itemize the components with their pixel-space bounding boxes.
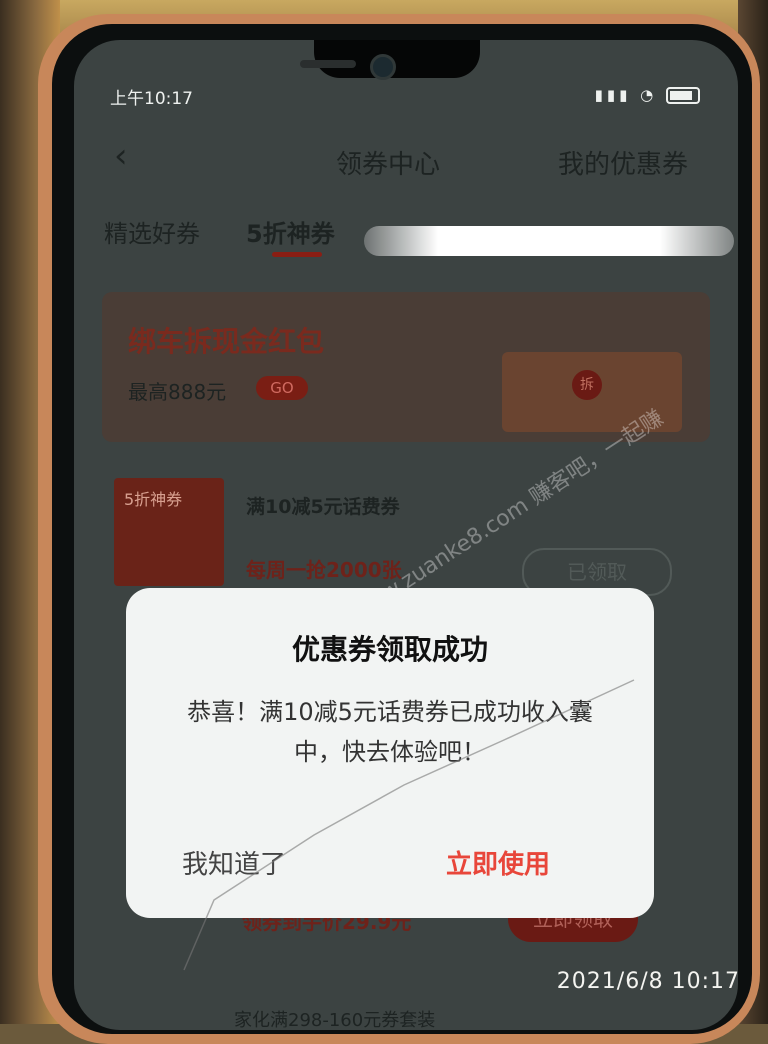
tab-half-price[interactable]: 5折神券	[246, 214, 335, 249]
tab-active-indicator	[272, 252, 322, 257]
battery-icon	[666, 87, 700, 104]
photo-timestamp: 2021/6/8 10:17	[556, 969, 740, 994]
back-icon[interactable]: ‹	[114, 136, 128, 176]
earpiece-speaker	[300, 60, 356, 68]
status-icons: ▮▮▮ ◔	[595, 86, 700, 104]
gift-tag: 拆	[572, 370, 602, 400]
notch	[314, 40, 480, 78]
phone-screen: 上午10:17 ▮▮▮ ◔ ‹ 领券中心 我的优惠券 精选好券 5折神券 绑车拆…	[74, 40, 738, 1030]
dialog-message: 恭喜！满10减5元话费券已成功收入囊中，快去体验吧！	[187, 698, 593, 766]
dismiss-button[interactable]: 我知道了	[182, 844, 286, 881]
status-bar: 上午10:17 ▮▮▮ ◔	[104, 84, 708, 112]
wifi-icon: ◔	[640, 86, 658, 104]
page-title: 领券中心	[336, 150, 441, 180]
signal-icon: ▮▮▮	[594, 86, 632, 104]
banner-title: 绑车拆现金红包	[128, 325, 325, 358]
status-time: 上午10:17	[110, 89, 193, 109]
front-camera	[370, 54, 396, 80]
success-dialog: 优惠券领取成功 恭喜！满10减5元话费券已成功收入囊中，快去体验吧！ 我知道了 …	[126, 588, 654, 918]
my-coupons-link[interactable]: 我的优惠券	[558, 144, 688, 181]
coupon-title: 满10减5元话费券	[246, 496, 400, 518]
banner-go-button[interactable]: GO	[256, 376, 308, 400]
nav-bar: ‹ 领券中心 我的优惠券	[74, 128, 738, 188]
banner-subtitle: 最高888元	[128, 380, 227, 404]
promo-banner[interactable]: 绑车拆现金红包 最高888元 GO 拆	[102, 292, 710, 442]
coupon-image-label: 5折神券	[124, 490, 183, 509]
dialog-title: 优惠券领取成功	[291, 633, 488, 666]
use-now-button[interactable]: 立即使用	[446, 844, 550, 881]
tab-featured[interactable]: 精选好券	[104, 214, 200, 249]
coupon-image: 5折神券	[114, 478, 224, 586]
next-item-title: 家化满298-160元券套装	[234, 1010, 436, 1030]
light-glare	[364, 226, 734, 256]
